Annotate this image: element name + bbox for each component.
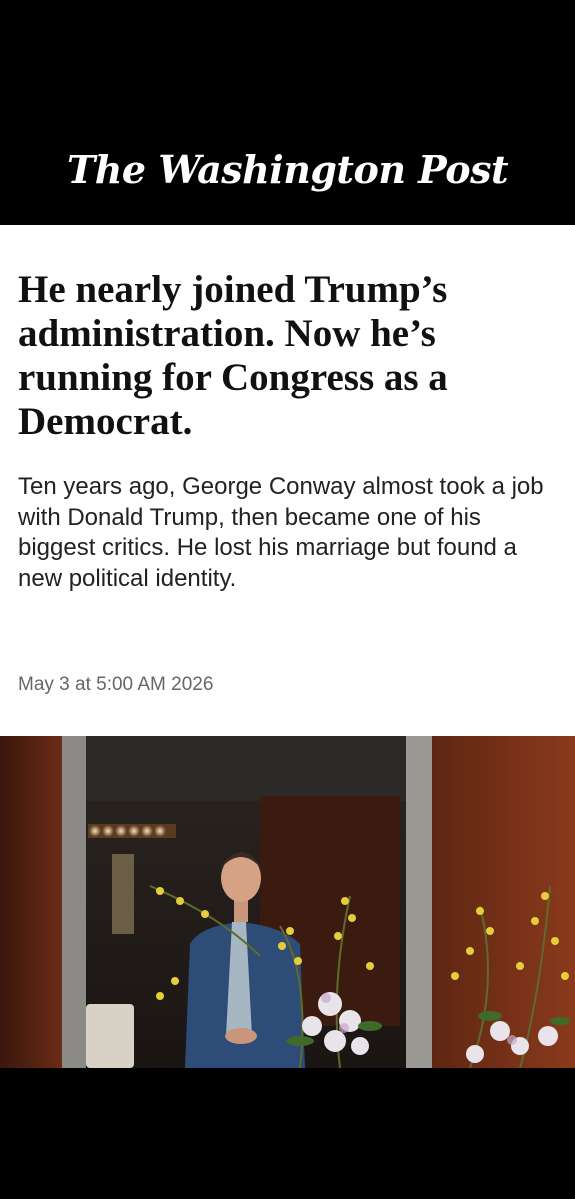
bottom-bar — [0, 1068, 575, 1199]
masthead: The Washington Post — [0, 114, 575, 225]
article-card[interactable]: He nearly joined Trump’s administration.… — [0, 225, 575, 736]
publication-logo[interactable]: The Washington Post — [67, 147, 509, 192]
article-timestamp: May 3 at 5:00 AM 2026 — [18, 674, 214, 695]
article-photo[interactable] — [0, 736, 575, 1068]
portrait-photo-illustration — [0, 736, 575, 1068]
article-headline[interactable]: He nearly joined Trump’s administration.… — [18, 268, 558, 444]
article-dek: Ten years ago, George Conway almost took… — [18, 473, 544, 592]
